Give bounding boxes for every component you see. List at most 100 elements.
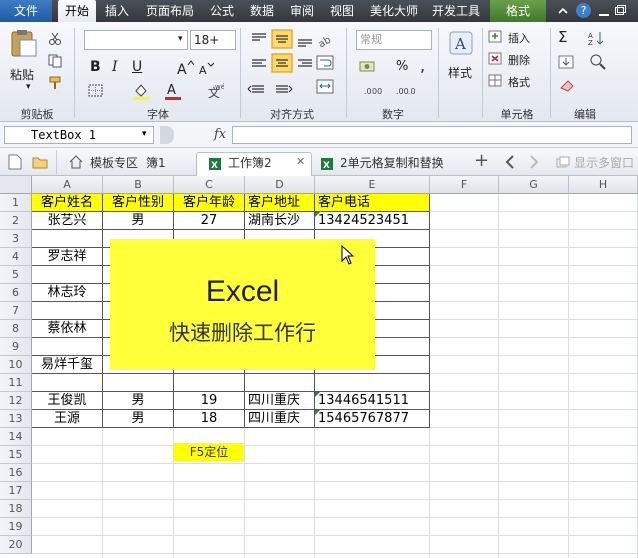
font-name-select[interactable]: [84, 30, 188, 50]
row-header-4[interactable]: 4: [0, 248, 32, 266]
multi-window-icon[interactable]: [556, 156, 570, 168]
copy-icon[interactable]: [48, 54, 66, 68]
help-icon[interactable]: ?: [576, 3, 591, 18]
bold-button[interactable]: B: [90, 59, 101, 75]
autosum-icon[interactable]: Σ: [558, 28, 567, 46]
phonetic-guide-icon[interactable]: 文wén: [206, 82, 224, 100]
tab-data[interactable]: 数据: [250, 0, 274, 22]
table-header-cell[interactable]: 客户年龄: [174, 194, 245, 212]
minimize-ribbon-icon[interactable]: [556, 4, 570, 18]
column-header-e[interactable]: E: [315, 176, 430, 194]
format-button[interactable]: 格式: [508, 74, 530, 90]
name-box[interactable]: TextBox 1: [4, 126, 154, 144]
column-header-c[interactable]: C: [174, 176, 245, 194]
table-cell-empty[interactable]: [32, 302, 103, 320]
paste-dropdown-icon[interactable]: ▾: [26, 82, 31, 92]
row-header-12[interactable]: 12: [0, 392, 32, 410]
select-all-corner[interactable]: [0, 176, 32, 194]
formula-bar-resize-handle[interactable]: [160, 126, 174, 144]
table-cell-empty[interactable]: [32, 230, 103, 248]
tab-developer[interactable]: 开发工具: [432, 0, 480, 22]
insert-cells-icon[interactable]: [488, 30, 504, 44]
new-workbook-icon[interactable]: [8, 154, 22, 170]
wrap-text-icon[interactable]: [316, 54, 336, 72]
table-cell-empty[interactable]: [32, 374, 103, 392]
row-header-9[interactable]: 9: [0, 338, 32, 356]
tab-view[interactable]: 视图: [330, 0, 354, 22]
row-header-2[interactable]: 2: [0, 212, 32, 230]
insert-function-button[interactable]: fx: [214, 127, 226, 142]
column-header-b[interactable]: B: [103, 176, 174, 194]
window-restore-icon[interactable]: [614, 4, 626, 18]
table-cell-empty[interactable]: [32, 338, 103, 356]
table-cell[interactable]: 罗志祥: [32, 248, 103, 266]
tab-review[interactable]: 审阅: [290, 0, 314, 22]
table-header-cell[interactable]: 客户地址: [245, 194, 315, 212]
currency-format-icon[interactable]: [358, 58, 380, 76]
row-header-11[interactable]: 11: [0, 374, 32, 392]
table-header-cell[interactable]: 客户性别: [103, 194, 174, 212]
format-cells-icon[interactable]: [488, 74, 504, 88]
row-header-14[interactable]: 14: [0, 428, 32, 446]
font-name-dropdown-icon[interactable]: ▾: [178, 34, 183, 44]
table-cell-empty[interactable]: [32, 266, 103, 284]
table-cell[interactable]: 13424523451: [315, 212, 430, 230]
font-size-select[interactable]: 18+: [190, 30, 236, 50]
tab-home[interactable]: 开始: [58, 0, 96, 22]
row-header-17[interactable]: 17: [0, 482, 32, 500]
table-cell-empty[interactable]: [103, 374, 174, 392]
row-header-1[interactable]: 1: [0, 194, 32, 212]
column-header-h[interactable]: H: [569, 176, 638, 194]
row-header-6[interactable]: 6: [0, 284, 32, 302]
tab-beautify-master[interactable]: 美化大师: [370, 0, 418, 22]
underline-button[interactable]: U: [132, 59, 142, 75]
table-cell[interactable]: 13446541511: [315, 392, 430, 410]
row-header-3[interactable]: 3: [0, 230, 32, 248]
table-cell-empty[interactable]: [315, 374, 430, 392]
table-cell[interactable]: 19: [174, 392, 245, 410]
table-cell[interactable]: 15465767877: [315, 410, 430, 428]
new-tab-icon[interactable]: +: [474, 150, 489, 171]
italic-button[interactable]: I: [112, 59, 118, 75]
table-cell[interactable]: 蔡依林: [32, 320, 103, 338]
percent-style-button[interactable]: %: [396, 59, 408, 74]
table-cell-empty[interactable]: [174, 374, 245, 392]
scroll-tabs-right-icon[interactable]: [524, 152, 544, 172]
comma-style-button[interactable]: ,: [420, 56, 425, 75]
delete-button[interactable]: 删除: [508, 52, 530, 68]
table-cell[interactable]: 27: [174, 212, 245, 230]
textbox-overlay[interactable]: Excel 快速删除工作行: [110, 239, 375, 370]
table-cell[interactable]: 王源: [32, 410, 103, 428]
number-format-select[interactable]: 常规: [356, 30, 432, 50]
paste-icon[interactable]: [8, 28, 38, 58]
table-cell[interactable]: 男: [103, 392, 174, 410]
borders-icon[interactable]: [88, 84, 104, 98]
row-header-7[interactable]: 7: [0, 302, 32, 320]
table-header-cell[interactable]: 客户姓名: [32, 194, 103, 212]
table-cell-empty[interactable]: [245, 374, 315, 392]
table-header-cell[interactable]: 客户电话: [315, 194, 430, 212]
row-header-10[interactable]: 10: [0, 356, 32, 374]
paste-button[interactable]: 粘贴: [10, 66, 34, 83]
insert-button[interactable]: 插入: [508, 30, 530, 46]
tab-copy-replace[interactable]: 2单元格复制和替换: [340, 152, 444, 174]
formula-input[interactable]: [232, 126, 632, 144]
open-folder-icon[interactable]: [32, 154, 48, 170]
row-header-8[interactable]: 8: [0, 320, 32, 338]
row-header-20[interactable]: 20: [0, 536, 32, 554]
row-header-16[interactable]: 16: [0, 464, 32, 482]
tab-page-layout[interactable]: 页面布局: [146, 0, 194, 22]
row-header-19[interactable]: 19: [0, 518, 32, 536]
increase-font-icon[interactable]: A: [176, 60, 194, 76]
decrease-font-icon[interactable]: A: [198, 62, 214, 76]
tab-workbook-2-label[interactable]: 工作簿2: [228, 152, 272, 174]
sort-filter-icon[interactable]: AZ: [588, 30, 608, 46]
styles-icon[interactable]: A: [448, 30, 474, 56]
clear-icon[interactable]: [558, 78, 576, 92]
increase-decimal-icon[interactable]: .0 00: [364, 82, 386, 98]
find-select-icon[interactable]: [588, 52, 608, 70]
column-header-g[interactable]: G: [499, 176, 569, 194]
cut-icon[interactable]: [48, 32, 62, 46]
row-header-13[interactable]: 13: [0, 410, 32, 428]
close-tab-icon[interactable]: ✕: [296, 155, 305, 168]
